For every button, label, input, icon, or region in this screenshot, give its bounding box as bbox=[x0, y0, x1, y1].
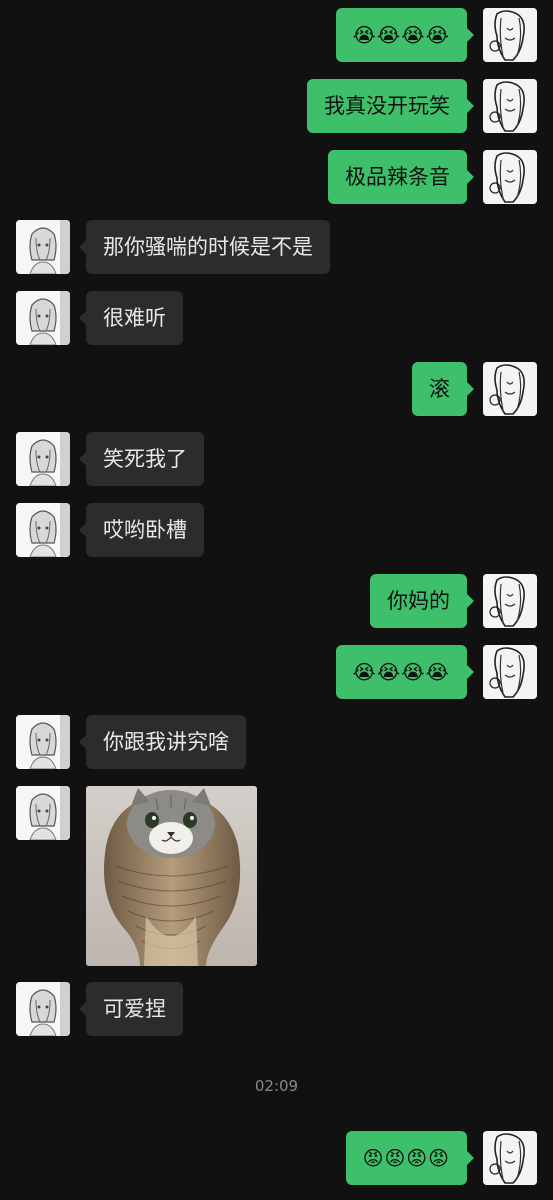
message-bubble[interactable]: 那你骚喘的时候是不是 bbox=[79, 220, 330, 274]
message-bubble[interactable]: 哎哟卧槽 bbox=[79, 503, 204, 557]
message-bubble[interactable]: 很难听 bbox=[79, 291, 183, 345]
contact-avatar[interactable] bbox=[16, 982, 70, 1036]
my-avatar[interactable] bbox=[483, 8, 537, 62]
my-avatar[interactable] bbox=[483, 150, 537, 204]
my-avatar[interactable] bbox=[483, 79, 537, 133]
message-bubble[interactable]: 你妈的 bbox=[370, 574, 474, 628]
message-bubble[interactable]: 😭😭😭😭 bbox=[335, 8, 475, 62]
contact-avatar[interactable] bbox=[16, 220, 70, 274]
contact-avatar[interactable] bbox=[16, 715, 70, 769]
my-avatar[interactable] bbox=[483, 645, 537, 699]
message-bubble[interactable]: 滚 bbox=[412, 362, 474, 416]
contact-avatar[interactable] bbox=[16, 291, 70, 345]
my-avatar[interactable] bbox=[483, 574, 537, 628]
message-bubble[interactable]: 😡😡😡😡 bbox=[345, 1131, 475, 1185]
message-timestamp: 02:09 bbox=[254, 1077, 299, 1095]
message-bubble[interactable]: 可爱捏 bbox=[79, 982, 183, 1036]
contact-avatar[interactable] bbox=[16, 432, 70, 486]
message-bubble[interactable]: 你跟我讲究啥 bbox=[79, 715, 246, 769]
cat-cobra-sticker[interactable] bbox=[86, 786, 257, 966]
message-bubble[interactable]: 极品辣条音 bbox=[328, 150, 474, 204]
my-avatar[interactable] bbox=[483, 1131, 537, 1185]
message-bubble[interactable]: 笑死我了 bbox=[79, 432, 204, 486]
chat-view: 😭😭😭😭 我真没开玩笑 极品辣条音 那你骚喘的时候是不是 很难听 滚 笑死我了 … bbox=[0, 0, 553, 1200]
message-bubble[interactable]: 我真没开玩笑 bbox=[307, 79, 474, 133]
contact-avatar[interactable] bbox=[16, 503, 70, 557]
my-avatar[interactable] bbox=[483, 362, 537, 416]
contact-avatar[interactable] bbox=[16, 786, 70, 840]
message-bubble[interactable]: 😭😭😭😭 bbox=[335, 645, 475, 699]
